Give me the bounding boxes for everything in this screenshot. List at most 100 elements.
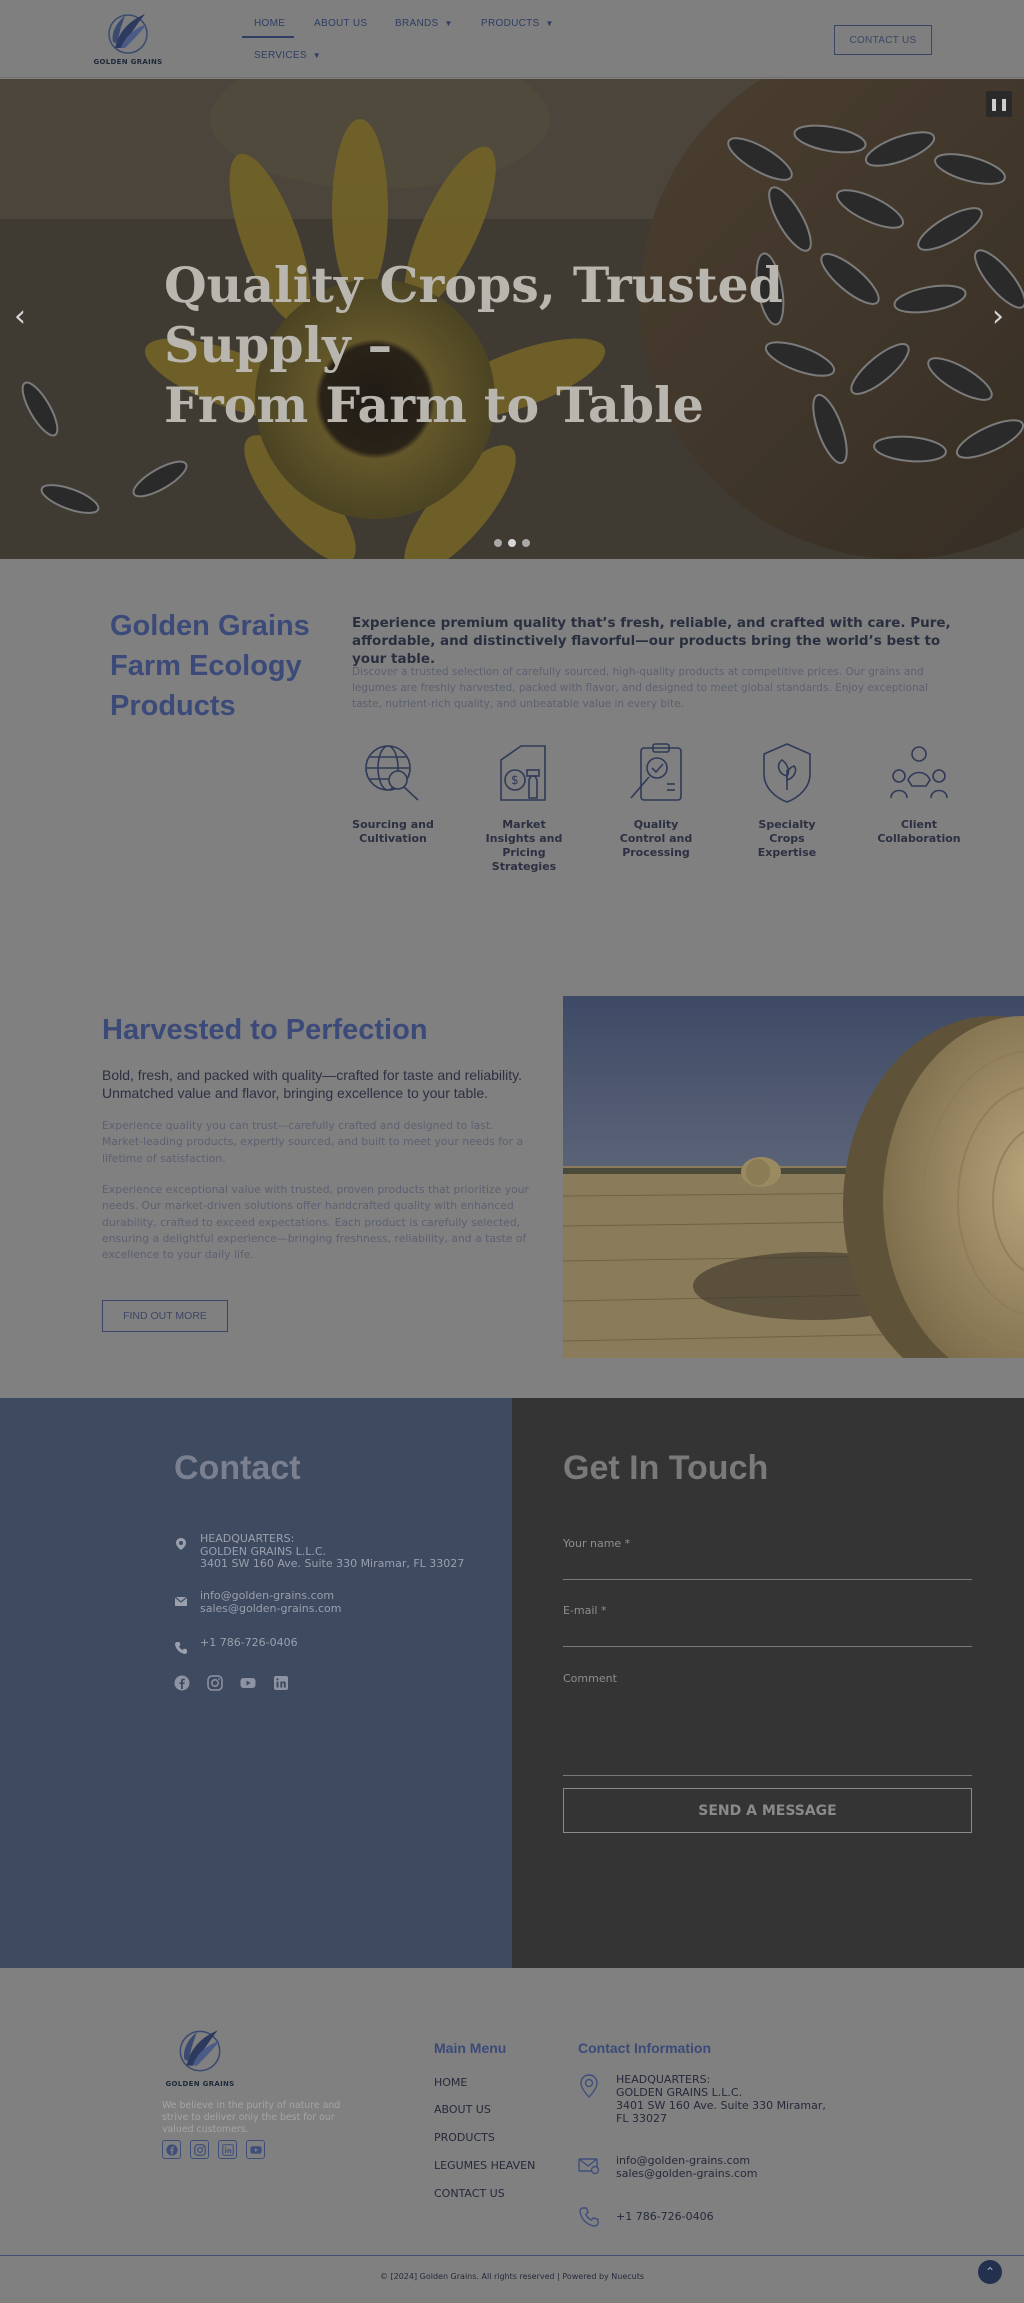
contact-phone: +1 786-726-0406 (174, 1636, 298, 1655)
hero-title-line-1: Quality Crops, Trusted Supply – (164, 256, 783, 374)
footer-tagline: We believe in the purity of nature and s… (162, 2100, 341, 2135)
comment-textarea[interactable] (563, 1690, 972, 1776)
footer-phone: +1 786-726-0406 (578, 2206, 714, 2228)
footer-email-sales[interactable]: sales@golden-grains.com (616, 2167, 757, 2180)
email-link-sales[interactable]: sales@golden-grains.com (200, 1602, 341, 1616)
phone-link[interactable]: +1 786-726-0406 (200, 1636, 298, 1650)
footer-instagram-link[interactable] (190, 2140, 209, 2159)
copyright-text: © [2024] Golden Grains. All rights reser… (379, 2272, 645, 2281)
brand-logo[interactable]: GOLDEN GRAINS (92, 8, 164, 72)
chevron-down-icon: ▼ (545, 19, 554, 28)
email-link-info[interactable]: info@golden-grains.com (200, 1589, 341, 1603)
find-out-more-button[interactable]: FIND OUT MORE (102, 1300, 228, 1332)
about-heading-line-3: Products (110, 690, 236, 722)
brand-name: GOLDEN GRAINS (93, 58, 163, 66)
name-input[interactable] (563, 1556, 972, 1580)
nav-services-label: SERVICES (254, 50, 307, 61)
shield-leaf-icon (763, 743, 811, 803)
feature-sourcing: Sourcing and Cultivation (348, 740, 438, 846)
feature-specialty-crops: Specialty Crops Expertise (742, 740, 832, 860)
nav-about[interactable]: ABOUT US (314, 18, 367, 29)
chevron-up-icon: ⌃ (984, 2265, 996, 2279)
feature-label: Specialty Crops Expertise (757, 818, 817, 859)
location-pin-icon (176, 1538, 186, 1550)
nav-products[interactable]: PRODUCTS ▼ (481, 18, 554, 29)
footer-menu-products[interactable]: PRODUCTS (434, 2131, 495, 2144)
slider-dot-2[interactable] (508, 539, 516, 547)
footer-hq-address: 3401 SW 160 Ave. Suite 330 Miramar, FL 3… (616, 2099, 826, 2125)
chevron-down-icon: ▼ (444, 19, 453, 28)
slider-pause-button[interactable]: ❚❚ (986, 91, 1012, 117)
location-pin-icon (580, 2074, 598, 2098)
feature-label: Client Collaboration (877, 818, 961, 845)
harvest-paragraph-2: Experience exceptional value with truste… (102, 1183, 529, 1262)
footer-social-links (162, 2140, 265, 2159)
about-heading-line-2: Farm Ecology (110, 650, 302, 682)
facebook-icon[interactable] (174, 1675, 190, 1691)
email-input[interactable] (563, 1623, 972, 1647)
site-header: GOLDEN GRAINS HOME ABOUT US BRANDS ▼ PROD… (0, 0, 1024, 78)
feature-label: Market Insights and Pricing Strategies (485, 818, 563, 873)
pause-icon: ❚❚ (988, 97, 1010, 111)
phone-icon (579, 2207, 599, 2227)
contact-us-button[interactable]: CONTACT US (834, 25, 932, 55)
linkedin-icon (221, 2143, 234, 2156)
footer-info-heading: Contact Information (578, 2040, 711, 2056)
footer-address: HEADQUARTERS: GOLDEN GRAINS L.L.C. 3401 … (578, 2073, 826, 2125)
harvest-paragraph-1: Experience quality you can trust—careful… (102, 1119, 524, 1165)
instagram-icon[interactable] (207, 1675, 223, 1691)
phone-icon (175, 1642, 187, 1654)
footer-divider (0, 2255, 1024, 2256)
client-collaboration-icon (890, 746, 948, 799)
nav-brands-label: BRANDS (395, 18, 439, 29)
footer-brand-name: GOLDEN GRAINS (165, 2080, 235, 2088)
market-strategy-icon: $ (500, 745, 546, 801)
slider-prev-arrow[interactable]: ‹ (14, 299, 26, 334)
nav-brands[interactable]: BRANDS ▼ (395, 18, 453, 29)
scroll-to-top-button[interactable]: ⌃ (978, 2260, 1002, 2284)
footer-facebook-link[interactable] (162, 2140, 181, 2159)
footer-youtube-link[interactable] (246, 2140, 265, 2159)
feature-quality-control: Quality Control and Processing (611, 740, 701, 860)
contact-title: Contact (174, 1449, 301, 1487)
send-message-button[interactable]: SEND A MESSAGE (563, 1788, 972, 1833)
hay-bale-image (563, 996, 1024, 1358)
slider-next-arrow[interactable]: › (992, 299, 1004, 334)
nav-about-label: ABOUT US (314, 18, 368, 29)
footer-menu-about[interactable]: ABOUT US (434, 2103, 491, 2116)
contact-address-text: HEADQUARTERS: GOLDEN GRAINS L.L.C. 3401 … (200, 1532, 465, 1571)
footer-menu-legumes[interactable]: LEGUMES HEAVEN (434, 2159, 535, 2172)
contact-address: HEADQUARTERS: GOLDEN GRAINS L.L.C. 3401 … (174, 1532, 465, 1571)
footer-email-info[interactable]: info@golden-grains.com (616, 2154, 757, 2167)
nav-home[interactable]: HOME (254, 18, 285, 29)
slider-dot-1[interactable] (494, 539, 502, 547)
feature-label: Quality Control and Processing (619, 818, 693, 859)
nav-services[interactable]: SERVICES ▼ (254, 50, 321, 61)
harvest-title: Harvested to Perfection (102, 1014, 428, 1046)
name-field-label: Your name * (563, 1537, 631, 1550)
footer-emails: info@golden-grains.com sales@golden-grai… (578, 2154, 757, 2180)
chevron-down-icon: ▼ (312, 51, 322, 60)
globe-sourcing-icon (365, 745, 419, 801)
footer-menu-contact[interactable]: CONTACT US (434, 2187, 505, 2200)
feature-label: Sourcing and Cultivation (352, 818, 434, 845)
wheat-leaf-logo-icon (179, 2030, 221, 2072)
hay-field-photo (563, 996, 1024, 1358)
slider-dot-3[interactable] (522, 539, 530, 547)
youtube-icon[interactable] (240, 1675, 256, 1691)
footer-menu-home[interactable]: HOME (434, 2076, 467, 2089)
hq-label: HEADQUARTERS: (200, 1532, 295, 1545)
facebook-icon (165, 2143, 178, 2156)
slider-dots (494, 539, 530, 547)
email-field-label: E-mail * (563, 1604, 607, 1617)
linkedin-icon[interactable] (273, 1675, 289, 1691)
nav-active-indicator (242, 36, 294, 38)
footer-logo[interactable]: GOLDEN GRAINS (162, 2024, 238, 2088)
footer-phone-link[interactable]: +1 786-726-0406 (616, 2210, 714, 2223)
chevron-left-icon: ‹ (14, 299, 26, 334)
wheat-leaf-logo-icon (108, 14, 148, 54)
hq-address: 3401 SW 160 Ave. Suite 330 Miramar, FL 3… (200, 1557, 465, 1570)
about-body-text: Discover a trusted selection of carefull… (352, 666, 928, 710)
about-heading: Golden Grains Farm Ecology Products (110, 606, 350, 726)
footer-linkedin-link[interactable] (218, 2140, 237, 2159)
